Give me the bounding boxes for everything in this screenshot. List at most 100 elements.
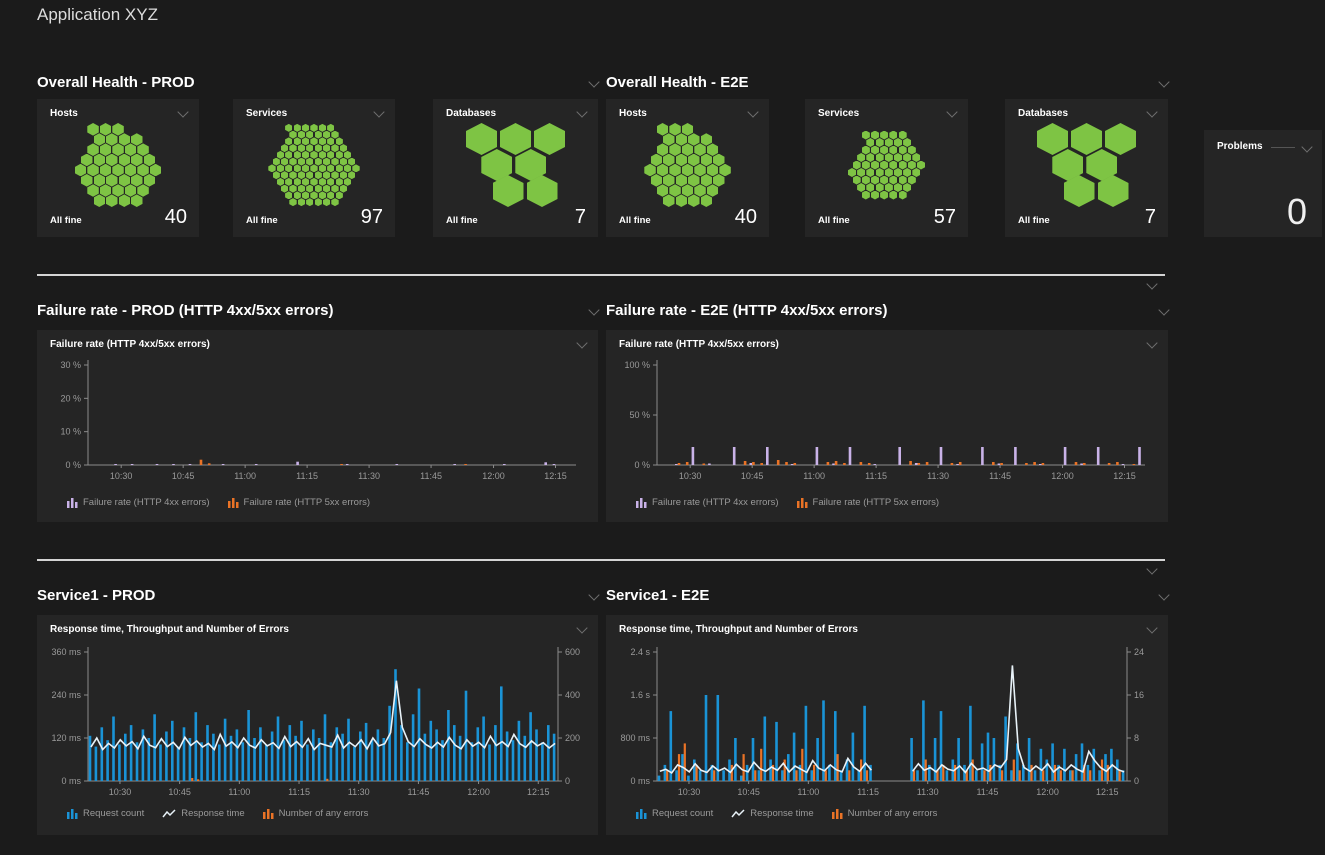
chevron-down-icon[interactable] bbox=[1146, 278, 1157, 289]
svg-text:10:30: 10:30 bbox=[678, 787, 701, 797]
legend-label: Response time bbox=[181, 808, 244, 819]
svg-text:10 %: 10 % bbox=[60, 427, 81, 437]
svg-text:10:45: 10:45 bbox=[741, 471, 764, 481]
service-chart-prod[interactable]: 0 ms120 ms240 ms360 ms020040060010:3010:… bbox=[37, 645, 598, 797]
svg-text:12:00: 12:00 bbox=[1036, 787, 1059, 797]
svg-text:10:45: 10:45 bbox=[172, 471, 195, 481]
svg-text:8: 8 bbox=[1134, 733, 1139, 743]
failure-rate-chart-e2e[interactable]: 0 %50 %100 %10:3010:4511:0011:1511:3011:… bbox=[606, 356, 1168, 488]
tile-title: Services bbox=[246, 108, 287, 119]
chevron-down-icon[interactable] bbox=[588, 304, 599, 315]
tile-title: Hosts bbox=[50, 108, 78, 119]
chevron-down-icon[interactable] bbox=[1158, 304, 1169, 315]
legend-item-response-time[interactable]: Response time bbox=[731, 808, 813, 819]
sparkline-placeholder bbox=[1271, 147, 1295, 148]
chevron-down-icon[interactable] bbox=[588, 589, 599, 600]
svg-text:10:30: 10:30 bbox=[109, 787, 132, 797]
section-header-failure-prod: Failure rate - PROD (HTTP 4xx/5xx errors… bbox=[37, 300, 598, 320]
honeycomb bbox=[805, 123, 968, 207]
tile-hosts-e2e[interactable]: Hosts All fine40 bbox=[606, 99, 769, 237]
legend-item-5xx[interactable]: Failure rate (HTTP 5xx errors) bbox=[797, 497, 940, 508]
bar-series-icon bbox=[263, 808, 274, 819]
section-title: Service1 - E2E bbox=[606, 587, 709, 604]
legend-item-errors[interactable]: Number of any errors bbox=[263, 808, 369, 819]
svg-text:0 ms: 0 ms bbox=[630, 776, 650, 786]
svg-text:1.6 s: 1.6 s bbox=[630, 690, 650, 700]
chevron-down-icon[interactable] bbox=[373, 106, 384, 117]
tile-title: Databases bbox=[446, 108, 496, 119]
legend-label: Request count bbox=[83, 808, 144, 819]
svg-text:11:15: 11:15 bbox=[296, 471, 318, 481]
tile-hosts-prod[interactable]: Hosts All fine40 bbox=[37, 99, 199, 237]
line-series-icon bbox=[731, 808, 745, 819]
section-title: Failure rate - PROD (HTTP 4xx/5xx errors… bbox=[37, 302, 334, 319]
svg-text:11:30: 11:30 bbox=[348, 787, 370, 797]
chevron-down-icon[interactable] bbox=[1146, 106, 1157, 117]
tile-databases-prod[interactable]: Databases All fine7 bbox=[433, 99, 598, 237]
status-text: All fine bbox=[1018, 215, 1050, 226]
legend-label: Failure rate (HTTP 4xx errors) bbox=[652, 497, 779, 508]
legend-item-request-count[interactable]: Request count bbox=[636, 808, 713, 819]
section-header-service-e2e: Service1 - E2E bbox=[606, 585, 1168, 605]
line-series-icon bbox=[162, 808, 176, 819]
svg-text:24: 24 bbox=[1134, 647, 1144, 657]
section-title: Overall Health - PROD bbox=[37, 74, 195, 91]
svg-text:100 %: 100 % bbox=[624, 360, 650, 370]
dashboard: Application XYZ Overall Health - PROD Ov… bbox=[0, 0, 1325, 855]
chevron-down-icon[interactable] bbox=[576, 622, 587, 633]
service-chart-e2e[interactable]: 0 ms800 ms1.6 s2.4 s08162410:3010:4511:0… bbox=[606, 645, 1168, 797]
chevron-down-icon[interactable] bbox=[1158, 76, 1169, 87]
section-header-failure-e2e: Failure rate - E2E (HTTP 4xx/5xx errors) bbox=[606, 300, 1168, 320]
svg-text:0 %: 0 % bbox=[634, 460, 650, 470]
section-header-health-e2e: Overall Health - E2E bbox=[606, 72, 1168, 92]
legend-item-5xx[interactable]: Failure rate (HTTP 5xx errors) bbox=[228, 497, 371, 508]
svg-text:600: 600 bbox=[565, 647, 580, 657]
legend-item-4xx[interactable]: Failure rate (HTTP 4xx errors) bbox=[636, 497, 779, 508]
svg-text:200: 200 bbox=[565, 733, 580, 743]
svg-text:12:15: 12:15 bbox=[1096, 787, 1119, 797]
legend-item-4xx[interactable]: Failure rate (HTTP 4xx errors) bbox=[67, 497, 210, 508]
tile-services-e2e[interactable]: Services All fine57 bbox=[805, 99, 968, 237]
chevron-down-icon[interactable] bbox=[576, 106, 587, 117]
svg-text:10:30: 10:30 bbox=[110, 471, 133, 481]
chevron-down-icon[interactable] bbox=[576, 337, 587, 348]
tile-value: 40 bbox=[165, 206, 187, 229]
svg-text:10:30: 10:30 bbox=[679, 471, 702, 481]
svg-text:12:15: 12:15 bbox=[1113, 471, 1136, 481]
chevron-down-icon[interactable] bbox=[1158, 589, 1169, 600]
tile-value: 97 bbox=[361, 206, 383, 229]
status-text: All fine bbox=[818, 215, 850, 226]
chevron-down-icon[interactable] bbox=[1301, 141, 1312, 152]
tile-problems[interactable]: Problems 0 bbox=[1204, 130, 1322, 237]
status-text: All fine bbox=[446, 215, 478, 226]
legend-item-response-time[interactable]: Response time bbox=[162, 808, 244, 819]
svg-text:50 %: 50 % bbox=[629, 410, 650, 420]
svg-text:10:45: 10:45 bbox=[737, 787, 760, 797]
tile-services-prod[interactable]: Services All fine97 bbox=[233, 99, 395, 237]
chevron-down-icon[interactable] bbox=[1146, 563, 1157, 574]
legend-item-request-count[interactable]: Request count bbox=[67, 808, 144, 819]
svg-text:10:45: 10:45 bbox=[168, 787, 191, 797]
failure-rate-chart-prod[interactable]: 0 %10 %20 %30 %10:3010:4511:0011:1511:30… bbox=[37, 356, 598, 488]
chevron-down-icon[interactable] bbox=[1146, 622, 1157, 633]
chevron-down-icon[interactable] bbox=[747, 106, 758, 117]
svg-text:800 ms: 800 ms bbox=[620, 733, 650, 743]
svg-text:11:30: 11:30 bbox=[358, 471, 380, 481]
svg-text:11:45: 11:45 bbox=[976, 787, 998, 797]
legend-item-errors[interactable]: Number of any errors bbox=[832, 808, 938, 819]
chevron-down-icon[interactable] bbox=[1146, 337, 1157, 348]
svg-text:12:15: 12:15 bbox=[527, 787, 550, 797]
chart-title: Failure rate (HTTP 4xx/5xx errors) bbox=[50, 339, 210, 350]
chevron-down-icon[interactable] bbox=[177, 106, 188, 117]
chart-title: Failure rate (HTTP 4xx/5xx errors) bbox=[619, 339, 779, 350]
tile-title: Problems bbox=[1217, 141, 1263, 152]
tile-databases-e2e[interactable]: Databases All fine7 bbox=[1005, 99, 1168, 237]
chevron-down-icon[interactable] bbox=[946, 106, 957, 117]
svg-text:0 ms: 0 ms bbox=[61, 776, 81, 786]
chevron-down-icon[interactable] bbox=[588, 76, 599, 87]
honeycomb bbox=[37, 123, 199, 207]
legend-label: Failure rate (HTTP 5xx errors) bbox=[244, 497, 371, 508]
svg-text:12:00: 12:00 bbox=[482, 471, 505, 481]
svg-text:11:15: 11:15 bbox=[288, 787, 310, 797]
bar-series-icon bbox=[67, 497, 78, 508]
